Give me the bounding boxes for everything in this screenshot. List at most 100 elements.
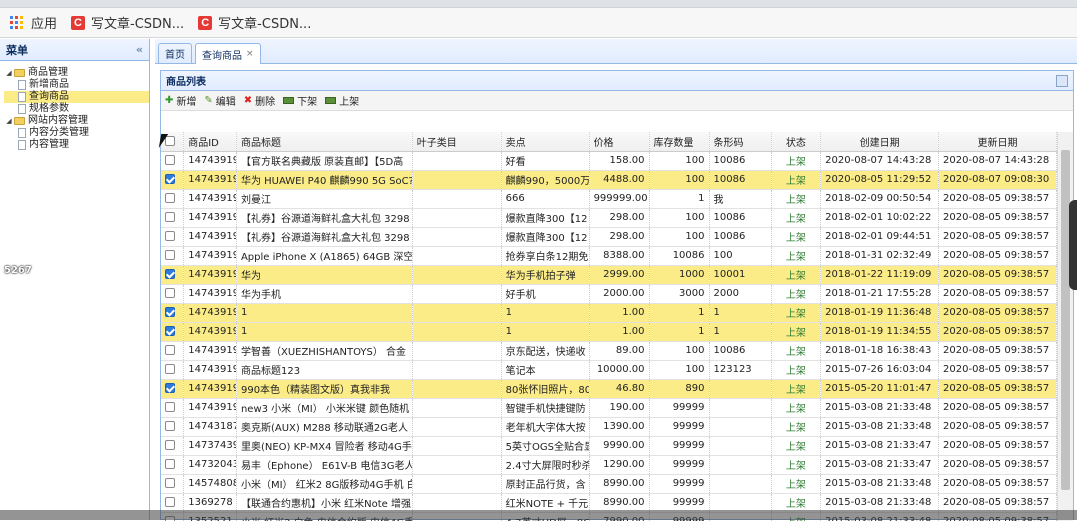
row-select-cell[interactable] <box>161 398 184 417</box>
add-label: 新增 <box>176 93 196 108</box>
tree-node[interactable]: 规格参数 <box>4 103 149 115</box>
table-row[interactable]: 14743919【礼券】谷源道海鲜礼盒大礼包 3298爆款直降300【12298… <box>161 227 1057 246</box>
column-header[interactable]: 库存数量 <box>649 132 709 151</box>
table-row[interactable]: 14743919【官方联名典藏版 原装直邮】【5D高好看158.00100100… <box>161 151 1057 170</box>
table-row[interactable]: 14743919【礼券】谷源道海鲜礼盒大礼包 3298爆款直降300【12298… <box>161 208 1057 227</box>
table-row[interactable]: 14743919华为 HUAWEI P40 麒麟990 5G SoC?麒麟990… <box>161 170 1057 189</box>
row-checkbox[interactable] <box>165 288 175 298</box>
column-header[interactable]: 商品标题 <box>236 132 412 151</box>
tree-node[interactable]: 内容分类管理 <box>4 127 149 139</box>
column-header[interactable]: 状态 <box>771 132 821 151</box>
column-header[interactable]: 更新日期 <box>939 132 1057 151</box>
row-select-cell[interactable] <box>161 208 184 227</box>
table-row[interactable]: 14732043易丰（Ephone） E61V-B 电信3G老人2.4寸大屏限时… <box>161 455 1057 474</box>
file-icon <box>18 104 26 114</box>
row-checkbox[interactable] <box>165 421 175 431</box>
table-row[interactable]: 14574808小米（MI） 红米2 8G版移动4G手机 白原封正品行货，含89… <box>161 474 1057 493</box>
row-checkbox[interactable] <box>165 155 175 165</box>
row-checkbox[interactable] <box>165 383 175 393</box>
bookmark-csdn-1[interactable]: C 写文章-CSDN... <box>71 13 184 32</box>
row-select-cell[interactable] <box>161 379 184 398</box>
row-select-cell[interactable] <box>161 303 184 322</box>
collapse-icon[interactable]: « <box>136 43 143 56</box>
row-select-cell[interactable] <box>161 170 184 189</box>
row-checkbox[interactable] <box>165 459 175 469</box>
column-header[interactable]: 条形码 <box>709 132 771 151</box>
row-select-cell[interactable] <box>161 246 184 265</box>
table-row[interactable]: 14737439里奥(NEO) KP-MX4 冒险者 移动4G手5英寸OGS全贴… <box>161 436 1057 455</box>
table-row[interactable]: 14743919111.0011上架2018-01-19 11:34:55202… <box>161 322 1057 341</box>
table-row[interactable]: 14743919学智善（XUEZHISHANTOYS） 合金京东配送，快递收89… <box>161 341 1057 360</box>
tree-node[interactable]: 查询商品 <box>4 91 149 103</box>
cell-id: 14743919 <box>184 208 237 227</box>
column-header[interactable]: 价格 <box>589 132 649 151</box>
row-checkbox[interactable] <box>165 497 175 507</box>
row-checkbox[interactable] <box>165 250 175 260</box>
tree-node[interactable]: ◢商品管理 <box>4 67 149 79</box>
bookmark-apps[interactable]: 应用 <box>10 13 57 32</box>
row-checkbox[interactable] <box>165 345 175 355</box>
column-header[interactable]: 商品ID <box>184 132 237 151</box>
row-checkbox[interactable] <box>165 402 175 412</box>
row-select-cell[interactable] <box>161 151 184 170</box>
tab-home[interactable]: 首页 <box>158 43 192 63</box>
item-list-panel: 商品列表 ✚新增 ✎编辑 ✖删除 下架 上架 商品ID商品标题叶子类目卖点价格库… <box>160 70 1074 520</box>
row-select-cell[interactable] <box>161 417 184 436</box>
table-row[interactable]: 14743919990本色（精装图文版）真我非我80张怀旧照片，8046.808… <box>161 379 1057 398</box>
scrollbar-thumb[interactable] <box>1061 150 1070 490</box>
unshelve-button[interactable]: 下架 <box>283 93 317 108</box>
row-select-cell[interactable] <box>161 227 184 246</box>
column-header[interactable]: 创建日期 <box>821 132 939 151</box>
row-select-cell[interactable] <box>161 265 184 284</box>
tab-query-items[interactable]: 查询商品 × <box>195 43 261 64</box>
table-row[interactable]: 14743919华为华为手机拍子弹2999.00100010001上架2018-… <box>161 265 1057 284</box>
delete-button[interactable]: ✖删除 <box>244 93 275 108</box>
table-row[interactable]: 14743919111.0011上架2018-01-19 11:36:48202… <box>161 303 1057 322</box>
expand-arrow-icon[interactable]: ◢ <box>4 115 14 127</box>
column-header[interactable]: 卖点 <box>501 132 589 151</box>
bottom-overlay <box>0 510 1077 520</box>
table-row[interactable]: 14743919华为手机好手机2000.0030002000上架2018-01-… <box>161 284 1057 303</box>
close-icon[interactable]: × <box>246 49 254 59</box>
row-select-cell[interactable] <box>161 455 184 474</box>
tree-node[interactable]: 内容管理 <box>4 139 149 151</box>
row-checkbox[interactable] <box>165 364 175 374</box>
cell-sell: 京东配送，快递收 <box>501 341 589 360</box>
row-select-cell[interactable] <box>161 360 184 379</box>
row-checkbox[interactable] <box>165 440 175 450</box>
edit-button[interactable]: ✎编辑 <box>204 93 235 108</box>
bookmark-label: 写文章-CSDN... <box>218 13 311 32</box>
row-select-cell[interactable] <box>161 474 184 493</box>
table-row[interactable]: 14743919Apple iPhone X (A1865) 64GB 深空抢券… <box>161 246 1057 265</box>
tree-node[interactable]: ◢网站内容管理 <box>4 115 149 127</box>
row-select-cell[interactable] <box>161 189 184 208</box>
tree-node[interactable]: 新增商品 <box>4 79 149 91</box>
table-row[interactable]: 14743187奥克斯(AUX) M288 移动联通2G老人老年机大字体大按13… <box>161 417 1057 436</box>
column-header[interactable]: 叶子类目 <box>412 132 501 151</box>
cell-sell: 抢券享白条12期免 <box>501 246 589 265</box>
cell-title: 【礼券】谷源道海鲜礼盒大礼包 3298 <box>236 227 412 246</box>
row-checkbox[interactable] <box>165 193 175 203</box>
row-checkbox[interactable] <box>165 307 175 317</box>
table-row[interactable]: 14743919刘曼江666999999.001我上架2018-02-09 00… <box>161 189 1057 208</box>
vertical-scrollbar[interactable] <box>1057 132 1073 521</box>
add-button[interactable]: ✚新增 <box>165 93 196 108</box>
row-select-cell[interactable] <box>161 341 184 360</box>
collapse-panel-icon[interactable] <box>1056 75 1068 87</box>
shelve-button[interactable]: 上架 <box>325 93 359 108</box>
row-checkbox[interactable] <box>165 269 175 279</box>
row-select-cell[interactable] <box>161 284 184 303</box>
table-row[interactable]: 14743919商品标题123笔记本10000.00100123123上架201… <box>161 360 1057 379</box>
row-checkbox[interactable] <box>165 174 175 184</box>
row-select-cell[interactable] <box>161 436 184 455</box>
expand-arrow-icon[interactable]: ◢ <box>4 67 14 79</box>
row-checkbox[interactable] <box>165 212 175 222</box>
row-checkbox[interactable] <box>165 231 175 241</box>
table-row[interactable]: 14743919new3 小米（MI） 小米米键 颜色随机智键手机快捷键防190… <box>161 398 1057 417</box>
row-checkbox[interactable] <box>165 478 175 488</box>
cell-price: 190.00 <box>589 398 649 417</box>
bookmark-csdn-2[interactable]: C 写文章-CSDN... <box>198 13 311 32</box>
cell-barcode <box>709 379 771 398</box>
row-select-cell[interactable] <box>161 322 184 341</box>
row-checkbox[interactable] <box>165 326 175 336</box>
